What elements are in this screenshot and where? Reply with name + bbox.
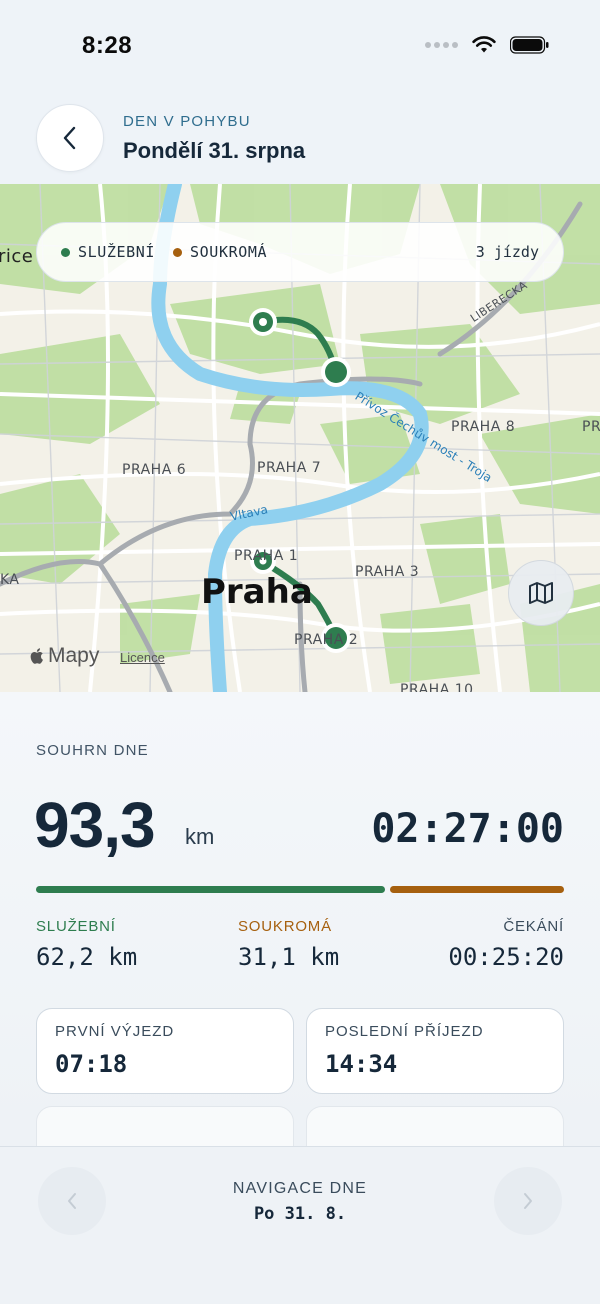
map-label: PRAHA 8	[451, 419, 516, 435]
day-summary: SOUHRN DNE 93,3 km 02:27:00 SLUŽEBNÍ 62,…	[0, 692, 600, 1166]
licence-link[interactable]: Licence	[120, 650, 165, 665]
legend-business: SLUŽEBNÍ	[61, 243, 155, 261]
map-mode-button[interactable]	[508, 560, 574, 626]
private-share-segment	[390, 886, 564, 893]
map-label: PR	[582, 419, 600, 435]
day-navigation: NAVIGACE DNE Po 31. 8.	[0, 1146, 600, 1304]
section-label: SOUHRN DNE	[36, 742, 149, 759]
trip-count: 3 jízdy	[475, 243, 539, 261]
last-arrival-label: POSLEDNÍ PŘÍJEZD	[325, 1023, 484, 1040]
distance-split-bar	[36, 886, 564, 893]
cellular-signal-icon	[425, 42, 458, 48]
stat-private-value: 31,1 km	[238, 943, 340, 971]
distance-unit: km	[185, 824, 215, 849]
legend-private-label: SOUKROMÁ	[190, 243, 268, 261]
page-title: Pondělí 31. srpna	[123, 138, 306, 163]
business-dot-icon	[61, 247, 70, 257]
business-share-segment	[36, 886, 385, 893]
stat-waiting-value: 00:25:20	[448, 943, 564, 971]
map-label: PRAHA 2	[294, 632, 359, 648]
stat-business: SLUŽEBNÍ 62,2 km	[36, 918, 137, 971]
last-arrival-value: 14:34	[325, 1050, 398, 1078]
back-button[interactable]	[36, 104, 104, 172]
map-label: PRAHA 10	[400, 682, 474, 692]
stat-business-value: 62,2 km	[36, 943, 138, 971]
route-map[interactable]: rice PRAHA 6 PRAHA 7 PRAHA 8 PR PRAHA 3 …	[0, 184, 600, 692]
total-distance: 93,3	[34, 789, 156, 861]
previous-day-button[interactable]	[38, 1167, 106, 1235]
first-departure-card: PRVNÍ VÝJEZD 07:18	[36, 1008, 294, 1094]
next-day-button[interactable]	[494, 1167, 562, 1235]
total-duration: 02:27:00	[371, 806, 564, 852]
map-attribution: Mapy	[28, 644, 99, 668]
map-city-label: Praha	[201, 572, 313, 612]
status-time: 8:28	[82, 32, 133, 59]
wifi-icon	[472, 36, 496, 53]
map-icon	[529, 582, 553, 604]
map-label: KA	[0, 572, 20, 588]
stat-private-label: SOUKROMÁ	[238, 918, 332, 935]
stat-waiting: ČEKÁNÍ 00:25:20	[448, 918, 564, 971]
status-bar: 8:28	[0, 0, 600, 96]
stat-private: SOUKROMÁ 31,1 km	[238, 918, 339, 971]
map-attribution-text: Mapy	[48, 644, 100, 667]
map-label: rice	[0, 246, 34, 267]
map-label: PRAHA 3	[355, 564, 420, 580]
apple-logo-icon	[30, 648, 43, 664]
private-dot-icon	[173, 247, 183, 257]
last-arrival-card: POSLEDNÍ PŘÍJEZD 14:34	[306, 1008, 564, 1094]
header-eyebrow: DEN V POHYBU	[123, 113, 251, 130]
map-label: PRAHA 1	[234, 548, 299, 564]
route-end-marker[interactable]	[320, 356, 352, 388]
map-label: PRAHA 7	[257, 460, 322, 476]
chevron-right-icon	[524, 1193, 532, 1209]
first-departure-label: PRVNÍ VÝJEZD	[55, 1023, 175, 1040]
header: DEN V POHYBU Pondělí 31. srpna	[0, 96, 600, 184]
chevron-left-icon	[63, 126, 76, 150]
map-label: PRAHA 6	[122, 462, 187, 478]
stat-waiting-label: ČEKÁNÍ	[503, 918, 564, 935]
legend-private: SOUKROMÁ	[173, 243, 267, 261]
legend-business-label: SLUŽEBNÍ	[78, 243, 156, 261]
map-legend: SLUŽEBNÍ SOUKROMÁ 3 jízdy	[36, 222, 564, 282]
stat-business-label: SLUŽEBNÍ	[36, 918, 116, 935]
first-departure-value: 07:18	[55, 1050, 128, 1078]
status-indicators	[425, 36, 550, 54]
route-start-marker[interactable]	[247, 306, 279, 338]
battery-icon	[510, 36, 549, 54]
